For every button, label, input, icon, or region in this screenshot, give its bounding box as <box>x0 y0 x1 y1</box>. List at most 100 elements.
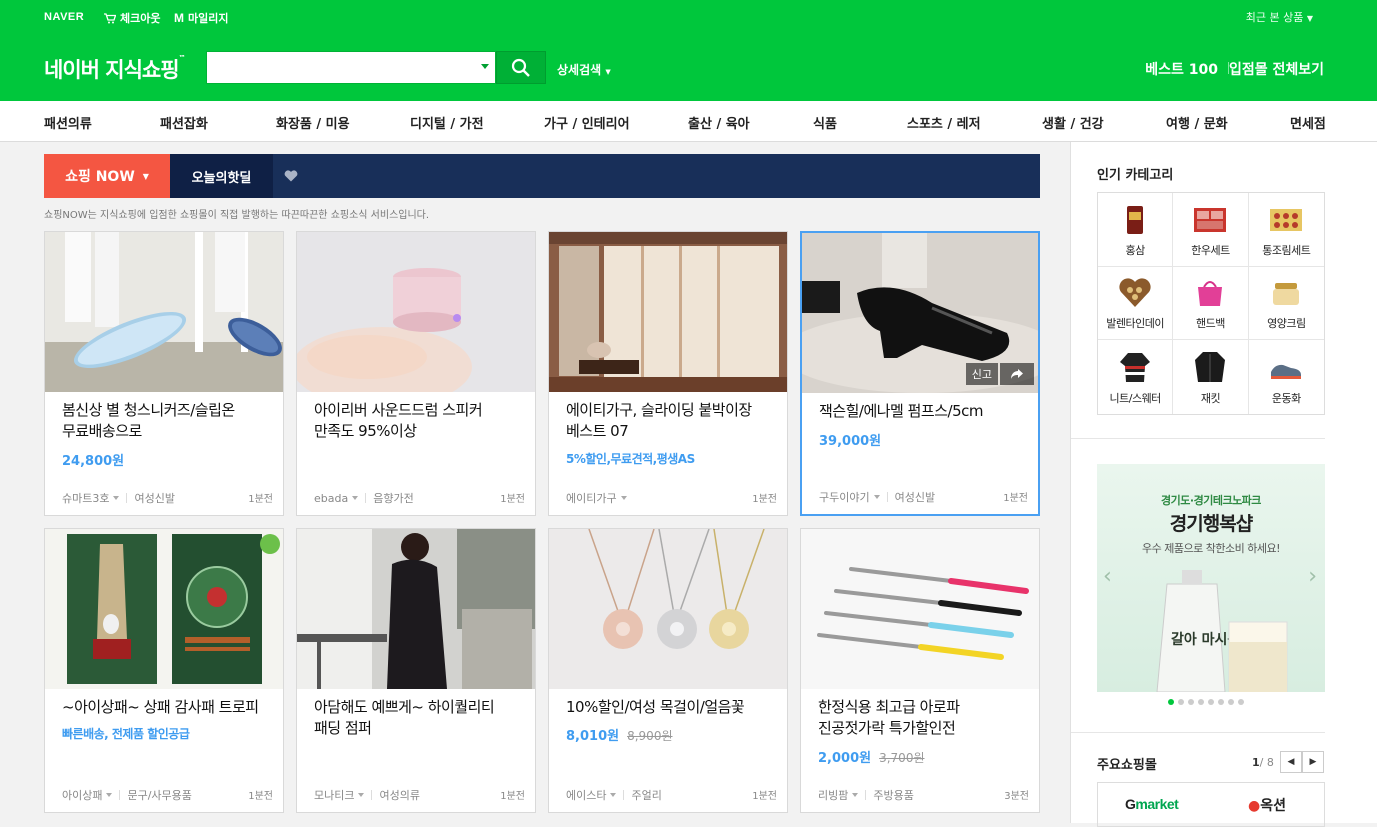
product-title[interactable]: 아이리버 사운드드럼 스피커 만족도 95%이상 <box>314 400 524 442</box>
product-category[interactable]: 주방용품 <box>873 787 913 803</box>
banner-dot[interactable] <box>1208 699 1214 705</box>
mall-name[interactable]: 리빙팜 <box>818 787 848 803</box>
popular-item-red-ginseng[interactable]: 홍삼 <box>1098 193 1174 267</box>
promo-banner[interactable]: 경기도·경기테크노파크 경기행복샵 우수 제품으로 착한소비 하세요! ‹ › … <box>1097 464 1325 692</box>
popular-item-jacket[interactable]: 재킷 <box>1173 340 1249 414</box>
banner-prev-chevron-icon[interactable]: ‹ <box>1103 564 1112 589</box>
product-category[interactable]: 음향가전 <box>373 490 413 506</box>
product-category[interactable]: 주얼리 <box>631 787 661 803</box>
product-card[interactable]: 아담해도 예쁘게~ 하이퀄리티 패딩 점퍼 모나티크 여성의류 1분전 <box>296 528 536 813</box>
popular-item-sneakers[interactable]: 운동화 <box>1249 340 1324 414</box>
banner-dot[interactable] <box>1228 699 1234 705</box>
search-dropdown-caret-icon[interactable] <box>481 64 489 69</box>
caret-down-icon[interactable] <box>352 496 359 500</box>
mall-name[interactable]: 에이스타 <box>566 787 606 803</box>
tab-favorites[interactable] <box>284 167 308 185</box>
banner-dot[interactable] <box>1178 699 1184 705</box>
product-price: 39,000원 <box>819 434 882 449</box>
category-cosmetics[interactable]: 화장품 / 미용 <box>276 113 350 132</box>
category-duty-free[interactable]: 면세점 <box>1290 113 1326 132</box>
category-living[interactable]: 생활 / 건강 <box>1042 113 1104 132</box>
mileage-link[interactable]: M 마일리지 <box>174 10 228 26</box>
mall-name[interactable]: 슈마트3호 <box>62 490 109 506</box>
logo[interactable]: 네이버 지식쇼핑™ <box>44 54 186 84</box>
banner-dot[interactable] <box>1188 699 1194 705</box>
product-image-trophy[interactable] <box>45 529 283 689</box>
mall-name[interactable]: 에이티가구 <box>566 490 617 506</box>
product-image-sneakers[interactable] <box>45 232 283 392</box>
popular-item-hanwoo-set[interactable]: 한우세트 <box>1173 193 1249 267</box>
product-title[interactable]: 한정식용 최고급 아로파 진공젓가락 특가할인전 <box>818 697 1028 739</box>
caret-down-icon[interactable] <box>620 496 627 500</box>
best100-link[interactable]: 베스트 100 <box>1145 59 1218 79</box>
product-image-speaker[interactable] <box>297 232 535 392</box>
popular-item-handbag[interactable]: 핸드백 <box>1173 266 1249 341</box>
category-sports[interactable]: 스포츠 / 레저 <box>907 113 981 132</box>
product-card[interactable]: 신고 잭슨힐/에나멜 펌프스/5cm 39,000원 구두이야기 여성신발 1분전 <box>800 231 1040 516</box>
tab-shopping-now[interactable]: 쇼핑 NOW ▼ <box>44 154 170 198</box>
product-image-closet[interactable] <box>549 232 787 392</box>
product-title[interactable]: ~아이상패~ 상패 감사패 트로피 <box>62 697 272 718</box>
advanced-search-link[interactable]: 상세검색 ▼ <box>557 61 611 78</box>
caret-down-icon[interactable] <box>113 496 120 500</box>
banner-subtitle: 우수 제품으로 착한소비 하세요! <box>1142 542 1280 555</box>
product-title[interactable]: 10%할인/여성 목걸이/얼음꽃 <box>566 697 776 718</box>
product-title[interactable]: 아담해도 예쁘게~ 하이퀄리티 패딩 점퍼 <box>314 697 524 739</box>
mall-name[interactable]: ebada <box>314 492 348 505</box>
category-furniture[interactable]: 가구 / 인테리어 <box>544 113 630 132</box>
report-button[interactable]: 신고 <box>965 363 998 385</box>
popular-item-label: 홍삼 <box>1125 243 1146 257</box>
search-button[interactable] <box>496 51 546 84</box>
tab-hot-deal[interactable]: 오늘의핫딜 <box>170 154 273 198</box>
product-category[interactable]: 여성신발 <box>134 490 174 506</box>
popular-item-valentine[interactable]: 발렌타인데이 <box>1098 266 1174 341</box>
auction-logo-link[interactable]: ●옥션 <box>1248 795 1286 815</box>
search-input[interactable] <box>207 52 467 83</box>
mall-name[interactable]: 아이상패 <box>62 787 102 803</box>
product-image-necklace[interactable] <box>549 529 787 689</box>
recent-items-dropdown[interactable]: 최근 본 상품 ▼ <box>1246 9 1313 25</box>
naver-home-link[interactable]: NAVER <box>44 11 84 23</box>
product-card[interactable]: 아이리버 사운드드럼 스피커 만족도 95%이상 ebada 음향가전 1분전 <box>296 231 536 516</box>
banner-dot[interactable] <box>1238 699 1244 705</box>
product-card[interactable]: 10%할인/여성 목걸이/얼음꽃 8,010원 8,900원 에이스타 주얼리 1분… <box>548 528 788 813</box>
caret-down-icon[interactable] <box>610 793 617 797</box>
gmarket-logo-link[interactable]: Gmarket <box>1125 796 1179 812</box>
category-travel[interactable]: 여행 / 문화 <box>1166 113 1228 132</box>
product-category[interactable]: 여성의류 <box>379 787 419 803</box>
mall-name[interactable]: 구두이야기 <box>819 489 870 505</box>
product-image-padding[interactable] <box>297 529 535 689</box>
product-card[interactable]: 한정식용 최고급 아로파 진공젓가락 특가할인전 2,000원 3,700원 리빙… <box>800 528 1040 813</box>
category-fashion-goods[interactable]: 패션잡화 <box>160 113 208 132</box>
product-card[interactable]: ~아이상패~ 상패 감사패 트로피 빠른배송, 전제품 할인공급 아이상패 문구/… <box>44 528 284 813</box>
product-image-chopsticks[interactable] <box>801 529 1039 689</box>
caret-down-icon[interactable] <box>873 495 880 499</box>
banner-dot[interactable] <box>1198 699 1204 705</box>
popular-item-knit[interactable]: 니트/스웨터 <box>1098 340 1174 414</box>
category-food[interactable]: 식품 <box>813 113 837 132</box>
caret-down-icon[interactable] <box>852 793 859 797</box>
banner-next-chevron-icon[interactable]: › <box>1308 564 1317 589</box>
checkout-link[interactable]: 체크아웃 <box>104 10 160 26</box>
banner-dot[interactable] <box>1168 699 1174 705</box>
mall-prev-button[interactable]: ◀ <box>1280 751 1302 773</box>
product-category[interactable]: 문구/사무용품 <box>127 787 191 803</box>
product-card[interactable]: 봄신상 별 청스니커즈/슬립온 무료배송으로 24,800원 슈마트3호 여성신발… <box>44 231 284 516</box>
product-title[interactable]: 에이티가구, 슬라이딩 붙박이장 베스트 07 <box>566 400 776 442</box>
mall-name[interactable]: 모나티크 <box>314 787 354 803</box>
share-button[interactable] <box>1000 363 1034 385</box>
caret-down-icon[interactable] <box>358 793 365 797</box>
popular-item-canned-set[interactable]: 통조림세트 <box>1248 193 1324 267</box>
product-title[interactable]: 봄신상 별 청스니커즈/슬립온 무료배송으로 <box>62 400 272 442</box>
banner-dot[interactable] <box>1218 699 1224 705</box>
caret-down-icon[interactable] <box>106 793 113 797</box>
all-malls-link[interactable]: 입점몰 전체보기 <box>1229 59 1324 79</box>
popular-item-cream[interactable]: 영양크림 <box>1248 267 1324 341</box>
product-card[interactable]: 에이티가구, 슬라이딩 붙박이장 베스트 07 5%할인,무료견적,평생AS 에… <box>548 231 788 516</box>
product-title[interactable]: 잭슨힐/에나멜 펌프스/5cm <box>819 401 1029 422</box>
mall-next-button[interactable]: ▶ <box>1302 751 1324 773</box>
category-baby[interactable]: 출산 / 육아 <box>688 113 750 132</box>
category-fashion-clothing[interactable]: 패션의류 <box>44 113 92 132</box>
category-digital[interactable]: 디지털 / 가전 <box>410 113 484 132</box>
product-category[interactable]: 여성신발 <box>895 489 935 505</box>
